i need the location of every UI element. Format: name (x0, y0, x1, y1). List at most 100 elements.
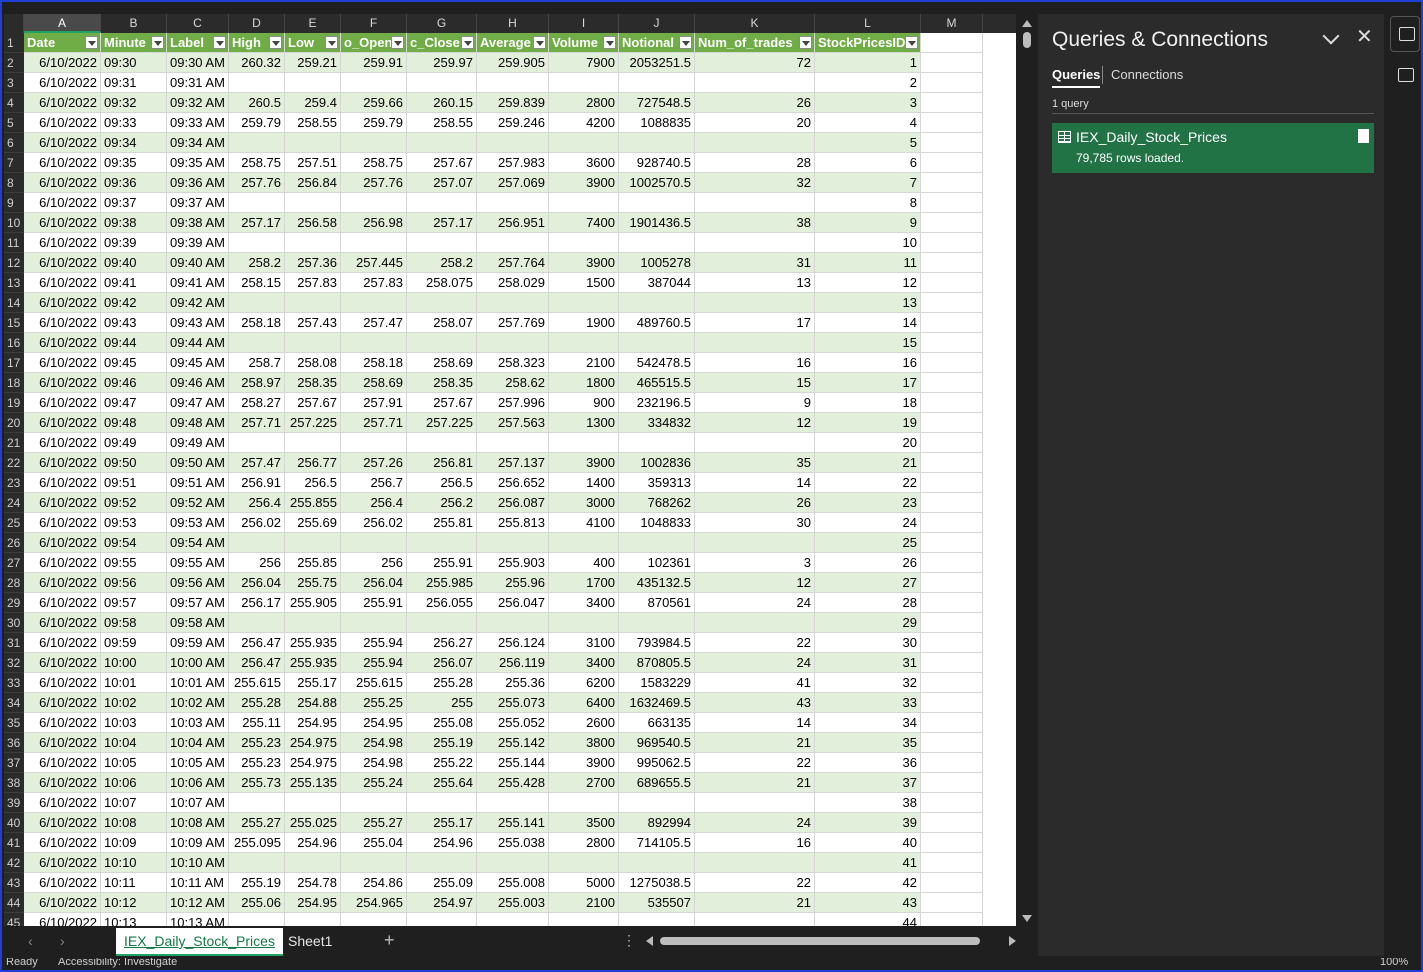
table-cell[interactable] (921, 213, 983, 233)
table-cell[interactable]: 255.08 (407, 713, 477, 733)
table-cell[interactable]: 09:49 AM (167, 433, 229, 453)
table-cell[interactable] (921, 773, 983, 793)
table-cell[interactable]: 255.025 (285, 813, 341, 833)
table-cell[interactable] (921, 93, 983, 113)
row-number[interactable]: 19 (4, 393, 24, 413)
table-cell[interactable]: 38 (815, 793, 921, 813)
chevron-down-icon[interactable] (1322, 27, 1340, 45)
table-cell[interactable]: 257.47 (229, 453, 285, 473)
table-cell[interactable]: 10:00 AM (167, 653, 229, 673)
table-cell[interactable]: 255.11 (229, 713, 285, 733)
table-cell[interactable]: 400 (549, 553, 619, 573)
table-cell[interactable]: 6/10/2022 (24, 613, 101, 633)
table-cell[interactable] (477, 853, 549, 873)
column-header-h[interactable]: H (477, 14, 549, 33)
chevron-left-icon[interactable]: ‹ (28, 933, 33, 949)
table-cell[interactable] (341, 333, 407, 353)
row-number[interactable]: 13 (4, 273, 24, 293)
table-cell[interactable]: 15 (695, 373, 815, 393)
table-cell[interactable]: 255.905 (285, 593, 341, 613)
column-header-i[interactable]: I (549, 14, 619, 33)
table-cell[interactable] (619, 533, 695, 553)
table-cell[interactable]: 256 (341, 553, 407, 573)
table-cell[interactable]: 6/10/2022 (24, 353, 101, 373)
table-cell[interactable]: 1 (815, 53, 921, 73)
table-cell[interactable]: 255.813 (477, 513, 549, 533)
table-cell[interactable]: 20 (815, 433, 921, 453)
table-header-cell[interactable]: Volume (549, 33, 619, 53)
table-cell[interactable]: 258.75 (341, 153, 407, 173)
table-cell[interactable] (285, 293, 341, 313)
table-cell[interactable]: 28 (695, 153, 815, 173)
table-cell[interactable]: 09:32 (101, 93, 167, 113)
table-cell[interactable] (921, 33, 983, 53)
table-cell[interactable]: 1088835 (619, 113, 695, 133)
table-cell[interactable]: 257.225 (285, 413, 341, 433)
table-cell[interactable]: 102361 (619, 553, 695, 573)
table-cell[interactable]: 22 (815, 473, 921, 493)
table-cell[interactable]: 257.069 (477, 173, 549, 193)
table-cell[interactable]: 6/10/2022 (24, 673, 101, 693)
table-cell[interactable]: 387044 (619, 273, 695, 293)
row-number[interactable]: 9 (4, 193, 24, 213)
table-cell[interactable]: 489760.5 (619, 313, 695, 333)
table-cell[interactable]: 10:02 AM (167, 693, 229, 713)
table-header-cell[interactable]: Average (477, 33, 549, 53)
table-cell[interactable] (229, 233, 285, 253)
table-cell[interactable]: 256.4 (229, 493, 285, 513)
table-cell[interactable]: 1632469.5 (619, 693, 695, 713)
table-cell[interactable] (341, 793, 407, 813)
table-cell[interactable] (549, 133, 619, 153)
sheet-tab-iex[interactable]: IEX_Daily_Stock_Prices (116, 928, 283, 956)
table-cell[interactable]: 900 (549, 393, 619, 413)
table-cell[interactable]: 30 (815, 633, 921, 653)
select-all-corner[interactable] (4, 14, 24, 33)
table-cell[interactable]: 257.76 (229, 173, 285, 193)
table-cell[interactable]: 255.24 (341, 773, 407, 793)
table-cell[interactable]: 257.91 (341, 393, 407, 413)
table-cell[interactable]: 10:05 AM (167, 753, 229, 773)
table-cell[interactable]: 465515.5 (619, 373, 695, 393)
column-header-a[interactable]: A (24, 14, 101, 33)
table-cell[interactable] (341, 913, 407, 926)
table-cell[interactable]: 256.77 (285, 453, 341, 473)
table-cell[interactable]: 29 (815, 613, 921, 633)
table-cell[interactable]: 257.764 (477, 253, 549, 273)
row-number[interactable]: 41 (4, 833, 24, 853)
table-cell[interactable]: 10 (815, 233, 921, 253)
chevron-right-icon[interactable]: › (60, 933, 65, 949)
table-cell[interactable]: 6/10/2022 (24, 453, 101, 473)
row-number[interactable]: 23 (4, 473, 24, 493)
table-cell[interactable]: 2700 (549, 773, 619, 793)
row-number[interactable]: 20 (4, 413, 24, 433)
more-options-icon[interactable]: ⋮ (622, 932, 636, 949)
table-cell[interactable]: 2100 (549, 893, 619, 913)
table-cell[interactable]: 256.04 (341, 573, 407, 593)
table-cell[interactable]: 535507 (619, 893, 695, 913)
table-cell[interactable]: 35 (695, 453, 815, 473)
table-cell[interactable]: 14 (695, 473, 815, 493)
table-cell[interactable] (341, 193, 407, 213)
table-cell[interactable] (229, 433, 285, 453)
table-cell[interactable]: 09:52 AM (167, 493, 229, 513)
table-cell[interactable]: 43 (815, 893, 921, 913)
table-cell[interactable]: 4 (815, 113, 921, 133)
row-number[interactable]: 26 (4, 533, 24, 553)
row-number[interactable]: 25 (4, 513, 24, 533)
table-cell[interactable]: 258.27 (229, 393, 285, 413)
table-cell[interactable]: 255.144 (477, 753, 549, 773)
table-header-cell[interactable]: Label (167, 33, 229, 53)
table-cell[interactable]: 6/10/2022 (24, 493, 101, 513)
table-cell[interactable]: 258.07 (407, 313, 477, 333)
table-cell[interactable]: 1002836 (619, 453, 695, 473)
table-cell[interactable] (285, 73, 341, 93)
table-cell[interactable]: 09:54 (101, 533, 167, 553)
table-cell[interactable]: 09:45 (101, 353, 167, 373)
table-cell[interactable]: 256.98 (341, 213, 407, 233)
table-cell[interactable]: 259.905 (477, 53, 549, 73)
table-cell[interactable] (695, 853, 815, 873)
row-number[interactable]: 11 (4, 233, 24, 253)
column-header-d[interactable]: D (229, 14, 285, 33)
table-cell[interactable]: 09:40 (101, 253, 167, 273)
table-cell[interactable]: 258.35 (285, 373, 341, 393)
